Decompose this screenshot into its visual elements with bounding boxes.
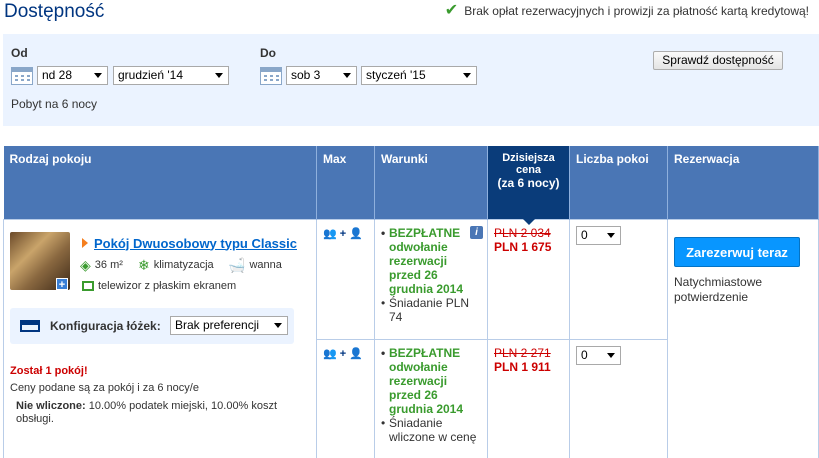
facility-ac: ❄ klimatyzacja xyxy=(138,256,214,273)
tv-icon xyxy=(82,280,94,291)
guests-icon: 👥 + 👤 xyxy=(323,227,363,240)
bed-config-select[interactable]: Brak preferencji xyxy=(170,315,288,335)
header-room-count: Liczba pokoi xyxy=(569,146,668,219)
prices-note: Ceny podane są za pokój i za 6 nocy/e xyxy=(10,381,199,394)
no-fee-notice: ✔ Brak opłat rezerwacyjnych i prowizji z… xyxy=(445,3,809,19)
price-cell: PLN 2 271 PLN 1 911 xyxy=(487,338,570,458)
new-price: PLN 1 675 xyxy=(494,239,552,254)
facility-size: ◈ 36 m² xyxy=(80,256,123,273)
checkout-month-select[interactable]: styczeń '15 xyxy=(361,66,477,85)
chevron-down-icon xyxy=(274,322,282,328)
rooms-left-warning: Został 1 pokój! xyxy=(10,364,88,377)
room-size-icon: ◈ xyxy=(80,256,91,273)
date-search-panel: Od nd 28 grudzień '14 Do sob 3 styczeń '… xyxy=(3,34,819,126)
chevron-down-icon xyxy=(607,352,615,358)
bed-config-label: Konfiguracja łóżek: xyxy=(50,318,161,333)
room-name-link[interactable]: Pokój Dwuosobowy typu Classic xyxy=(82,236,297,251)
chevron-down-icon xyxy=(463,73,471,78)
room-photo[interactable]: + xyxy=(10,231,70,291)
chevron-down-icon xyxy=(215,73,223,78)
page-title: Dostępność xyxy=(4,1,105,22)
snowflake-icon: ❄ xyxy=(138,256,150,273)
price-cell: PLN 2 034 PLN 1 675 xyxy=(487,218,570,340)
check-availability-button[interactable]: Sprawdź dostępność xyxy=(653,51,783,70)
conditions-cell: BEZPŁATNE odwołanie rezerwacji przed 26 … xyxy=(374,218,488,340)
checkin-label: Od xyxy=(11,46,28,60)
checkout-label: Do xyxy=(260,46,276,60)
stay-length-text: Pobyt na 6 nocy xyxy=(11,97,98,111)
breakfast-text: Śniadanie wliczone w cenę xyxy=(381,416,481,444)
info-icon[interactable]: i xyxy=(470,225,483,239)
arrow-right-icon xyxy=(82,237,88,248)
free-cancel-text: BEZPŁATNE odwołanie rezerwacji przed 26 … xyxy=(381,346,481,416)
old-price: PLN 2 034 xyxy=(494,225,551,240)
reservation-cell: Zarezerwuj teraz Natychmiastowe potwierd… xyxy=(667,218,819,458)
room-count-cell: 0 xyxy=(569,338,668,458)
chevron-down-icon xyxy=(94,73,102,78)
bed-icon xyxy=(20,319,40,332)
checkout-day-select[interactable]: sob 3 xyxy=(286,66,357,85)
checkmark-icon: ✔ xyxy=(444,2,459,19)
calendar-icon[interactable] xyxy=(260,67,282,85)
facility-bath: 🛁 wanna xyxy=(228,256,282,273)
table-row: + Pokój Dwuosobowy typu Classic ◈ 36 m² ❄… xyxy=(3,218,819,458)
max-guests-cell: 👥 + 👤 xyxy=(316,218,375,340)
bed-config-panel: Konfiguracja łóżek: Brak preferencji xyxy=(10,307,294,344)
reserve-now-button[interactable]: Zarezerwuj teraz xyxy=(674,236,800,267)
room-quantity-select[interactable]: 0 xyxy=(576,345,621,365)
chevron-down-icon xyxy=(607,232,615,238)
not-included-note: Nie wliczone: 10.00% podatek miejski, 10… xyxy=(16,399,278,425)
header-today-price: Dzisiejsza cena (za 6 nocy) xyxy=(487,146,570,225)
header-conditions: Warunki xyxy=(374,146,488,219)
old-price: PLN 2 271 xyxy=(494,345,551,360)
checkin-month-select[interactable]: grudzień '14 xyxy=(113,66,229,85)
bathtub-icon: 🛁 xyxy=(228,256,246,273)
instant-confirmation-text: Natychmiastowe potwierdzenie xyxy=(674,274,763,304)
rooms-table: Rodzaj pokoju Max Warunki Dzisiejsza cen… xyxy=(3,146,819,458)
new-price: PLN 1 911 xyxy=(494,359,551,374)
conditions-cell: BEZPŁATNE odwołanie rezerwacji przed 26 … xyxy=(374,338,488,458)
calendar-icon[interactable] xyxy=(11,67,33,85)
no-fee-text: Brak opłat rezerwacyjnych i prowizji za … xyxy=(464,4,809,18)
header-room-type: Rodzaj pokoju xyxy=(3,146,317,219)
checkin-day-select[interactable]: nd 28 xyxy=(37,66,108,85)
guests-icon: 👥 + 👤 xyxy=(323,347,363,360)
chevron-down-icon xyxy=(343,73,351,78)
header-max: Max xyxy=(316,146,375,219)
enlarge-icon[interactable]: + xyxy=(56,277,68,291)
room-count-cell: 0 xyxy=(569,218,668,340)
free-cancel-text: BEZPŁATNE odwołanie rezerwacji przed 26 … xyxy=(381,226,481,296)
availability-header: Dostępność ✔ Brak opłat rezerwacyjnych i… xyxy=(0,0,819,30)
breakfast-text: Śniadanie PLN 74 xyxy=(381,296,481,324)
header-reservation: Rezerwacja xyxy=(667,146,819,219)
max-guests-cell: 👥 + 👤 xyxy=(316,338,375,458)
room-info-cell: + Pokój Dwuosobowy typu Classic ◈ 36 m² ❄… xyxy=(3,218,317,458)
facility-tv: telewizor z płaskim ekranem xyxy=(82,280,236,292)
room-quantity-select[interactable]: 0 xyxy=(576,225,621,245)
